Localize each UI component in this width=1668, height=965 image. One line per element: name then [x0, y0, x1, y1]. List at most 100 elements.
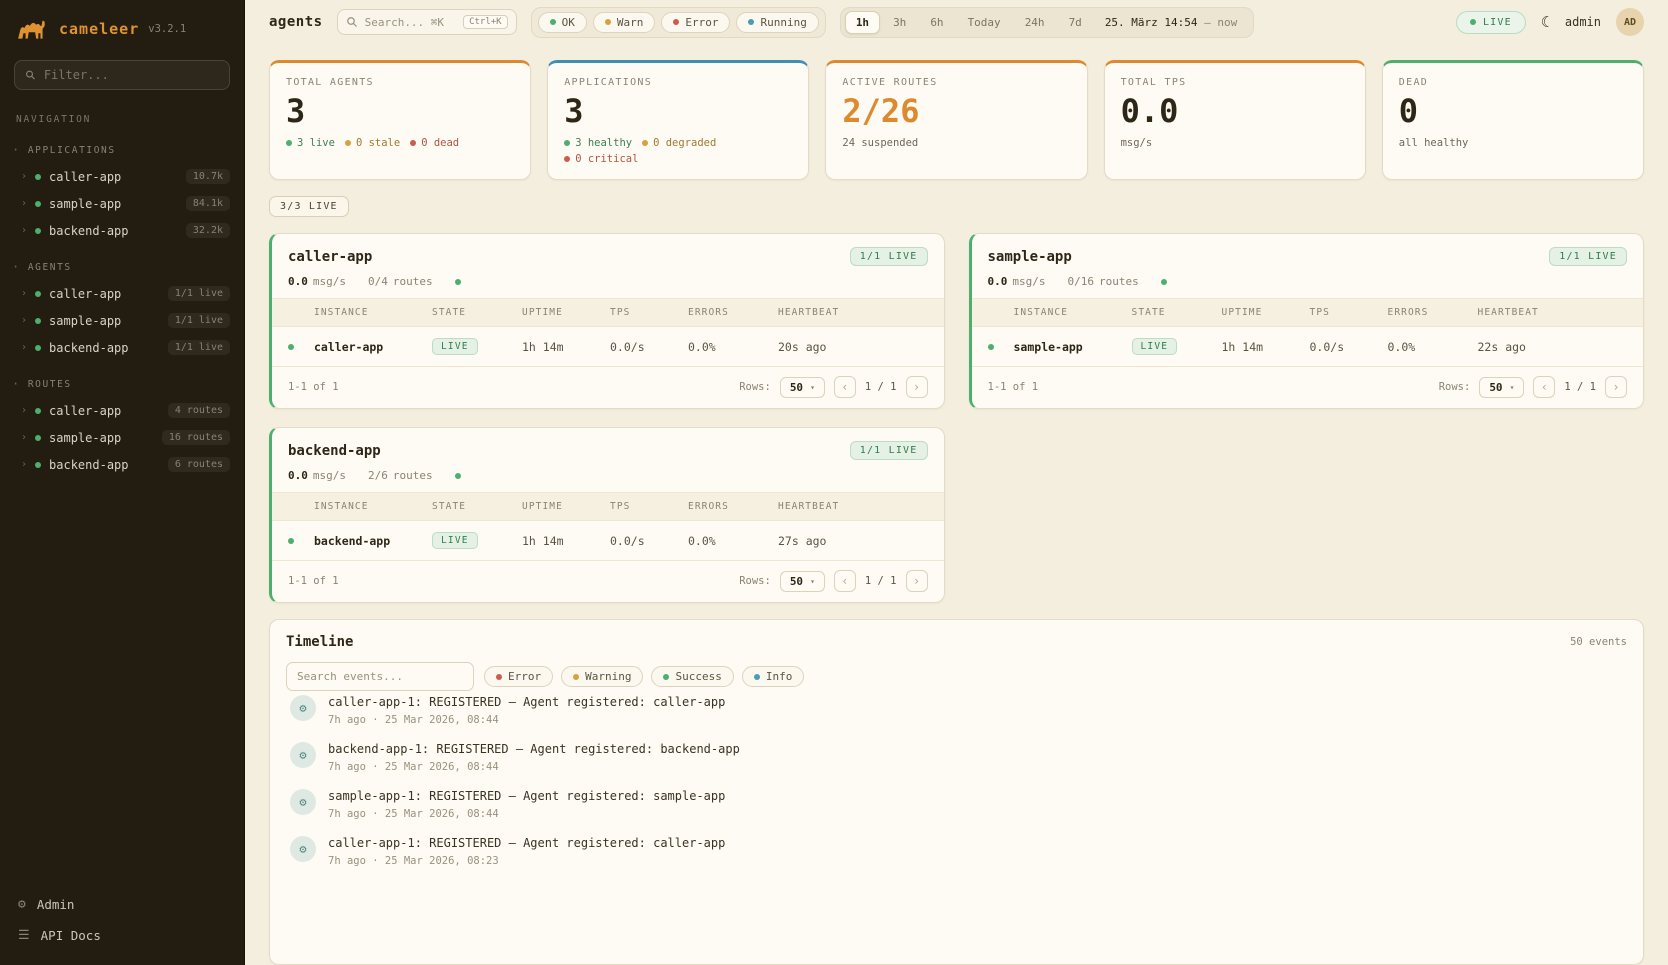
stat-sub-item: msg/s — [1121, 137, 1153, 149]
column-header-errors: ERRORS — [1388, 307, 1478, 318]
app-version: v3.2.1 — [148, 23, 186, 35]
stat-sub: 24 suspended — [842, 137, 1070, 149]
app-rate-unit: msg/s — [313, 469, 346, 482]
time-range-7d[interactable]: 7d — [1058, 11, 1093, 34]
timeline-filter-warning[interactable]: Warning — [561, 666, 643, 687]
chevron-down-icon: ▾ — [810, 383, 815, 392]
time-range-6h[interactable]: 6h — [919, 11, 954, 34]
rows-per-page-select[interactable]: 50 ▾ — [780, 377, 825, 398]
column-header-heartbeat: HEARTBEAT — [778, 307, 928, 318]
sidebar-filter-input[interactable] — [44, 68, 219, 82]
row-tps: 0.0/s — [1310, 340, 1388, 354]
state-badge: LIVE — [432, 338, 478, 355]
status-dot — [345, 140, 351, 146]
sidebar-item-caller-app[interactable]: › caller-app 1/1 live — [0, 280, 244, 307]
sidebar-item-api-docs[interactable]: ☰ API Docs — [18, 928, 226, 943]
column-header-heartbeat: HEARTBEAT — [778, 501, 928, 512]
event-time: 7h ago · 25 Mar 2026, 08:23 — [328, 855, 725, 867]
sidebar-item-sample-app[interactable]: › sample-app 1/1 live — [0, 307, 244, 334]
table-row[interactable]: backend-app LIVE 1h 14m 0.0/s 0.0% 27s a… — [272, 521, 944, 561]
chevron-right-icon: › — [21, 288, 27, 299]
sidebar-item-admin[interactable]: ⚙ Admin — [18, 897, 226, 912]
rows-label: Rows: — [1439, 381, 1471, 393]
sidebar-item-caller-app[interactable]: › caller-app 10.7k — [0, 163, 244, 190]
sidebar-filter — [14, 60, 230, 90]
time-range-3h[interactable]: 3h — [882, 11, 917, 34]
sidebar-item-backend-app[interactable]: › backend-app 1/1 live — [0, 334, 244, 361]
rows-per-page-select[interactable]: 50 ▾ — [1479, 377, 1524, 398]
global-search-input[interactable] — [365, 16, 456, 29]
app-card-header: sample-app 1/1 LIVE — [972, 234, 1644, 273]
sidebar-item-label: backend-app — [49, 224, 128, 238]
section-bullet-icon: · — [12, 377, 21, 391]
event-list[interactable]: ⚙ caller-app-1: REGISTERED — Agent regis… — [286, 695, 1627, 964]
timeline-filter-success[interactable]: Success — [651, 666, 733, 687]
stats-row: TOTAL AGENTS 3 3 live0 stale0 dead APPLI… — [269, 60, 1644, 180]
status-dot — [754, 674, 760, 680]
status-filter-running[interactable]: Running — [736, 12, 818, 33]
chevron-right-icon: › — [21, 225, 27, 236]
navigation-label: NAVIGATION — [0, 94, 244, 127]
next-page-button[interactable]: › — [1605, 376, 1627, 398]
table-row[interactable]: sample-app LIVE 1h 14m 0.0/s 0.0% 22s ag… — [972, 327, 1644, 367]
timeline-event[interactable]: ⚙ caller-app-1: REGISTERED — Agent regis… — [286, 695, 1627, 734]
camel-logo-icon — [16, 16, 50, 42]
timeline-filter-error[interactable]: Error — [484, 666, 553, 687]
stat-sub-item: 0 dead — [410, 137, 459, 149]
sidebar-item-sample-app[interactable]: › sample-app 84.1k — [0, 190, 244, 217]
rows-per-page-select[interactable]: 50 ▾ — [780, 571, 825, 592]
row-uptime: 1h 14m — [522, 340, 610, 354]
section-title: · AGENTS — [0, 244, 244, 280]
sidebar-item-backend-app[interactable]: › backend-app 6 routes — [0, 451, 244, 478]
stat-value: 3 — [286, 95, 514, 127]
stat-sub: all healthy — [1399, 137, 1627, 149]
avatar[interactable]: AD — [1616, 8, 1644, 36]
section-title-text: AGENTS — [28, 262, 72, 273]
chevron-right-icon: › — [21, 405, 27, 416]
stat-card-total-agents: TOTAL AGENTS 3 3 live0 stale0 dead — [269, 60, 531, 180]
stat-sub-item: 0 critical — [564, 153, 638, 165]
timeline-filter-info[interactable]: Info — [742, 666, 805, 687]
time-range-1h[interactable]: 1h — [845, 11, 880, 34]
stat-sub-item: 0 degraded — [642, 137, 716, 149]
prev-page-button[interactable]: ‹ — [1533, 376, 1555, 398]
status-dot — [496, 674, 502, 680]
event-text: caller-app-1: REGISTERED — Agent registe… — [328, 836, 725, 850]
column-header-errors: ERRORS — [688, 501, 778, 512]
filter-pill-label: Running — [760, 16, 806, 29]
prev-page-button[interactable]: ‹ — [834, 570, 856, 592]
filter-pill-label: Warning — [585, 670, 631, 683]
stat-sub-item: 3 live — [286, 137, 335, 149]
dark-mode-toggle-icon[interactable]: ☾ — [1541, 13, 1550, 31]
time-range-today[interactable]: Today — [957, 11, 1012, 34]
status-filter-warn[interactable]: Warn — [593, 12, 656, 33]
prev-page-button[interactable]: ‹ — [834, 376, 856, 398]
row-errors: 0.0% — [1388, 340, 1478, 354]
status-filter-error[interactable]: Error — [661, 12, 730, 33]
sidebar-item-backend-app[interactable]: › backend-app 32.2k — [0, 217, 244, 244]
timeline-event[interactable]: ⚙ sample-app-1: REGISTERED — Agent regis… — [286, 781, 1627, 828]
sidebar-item-caller-app[interactable]: › caller-app 4 routes — [0, 397, 244, 424]
stat-label: ACTIVE ROUTES — [842, 77, 1070, 88]
table-row[interactable]: caller-app LIVE 1h 14m 0.0/s 0.0% 20s ag… — [272, 327, 944, 367]
stat-sub-text: 0 dead — [421, 137, 459, 149]
status-dot — [35, 174, 41, 180]
filter-pill-label: Warn — [617, 16, 644, 29]
next-page-button[interactable]: › — [906, 376, 928, 398]
next-page-button[interactable]: › — [906, 570, 928, 592]
time-range-24h[interactable]: 24h — [1014, 11, 1056, 34]
status-filter-ok[interactable]: OK — [538, 12, 587, 33]
timeline-event[interactable]: ⚙ backend-app-1: REGISTERED — Agent regi… — [286, 734, 1627, 781]
app-routes-word: routes — [1099, 275, 1139, 288]
timeline-search-input[interactable] — [286, 662, 474, 691]
timeline-event[interactable]: ⚙ caller-app-1: REGISTERED — Agent regis… — [286, 828, 1627, 875]
stat-card-applications: APPLICATIONS 3 3 healthy0 degraded0 crit… — [547, 60, 809, 180]
date-now: now — [1217, 16, 1237, 29]
global-search[interactable]: Ctrl+K — [337, 9, 517, 35]
sidebar-item-sample-app[interactable]: › sample-app 16 routes — [0, 424, 244, 451]
column-header-state: STATE — [432, 501, 522, 512]
stat-card-active-routes: ACTIVE ROUTES 2/26 24 suspended — [825, 60, 1087, 180]
row-status-dot — [288, 538, 294, 544]
status-dot — [564, 156, 570, 162]
row-heartbeat: 22s ago — [1478, 340, 1628, 354]
